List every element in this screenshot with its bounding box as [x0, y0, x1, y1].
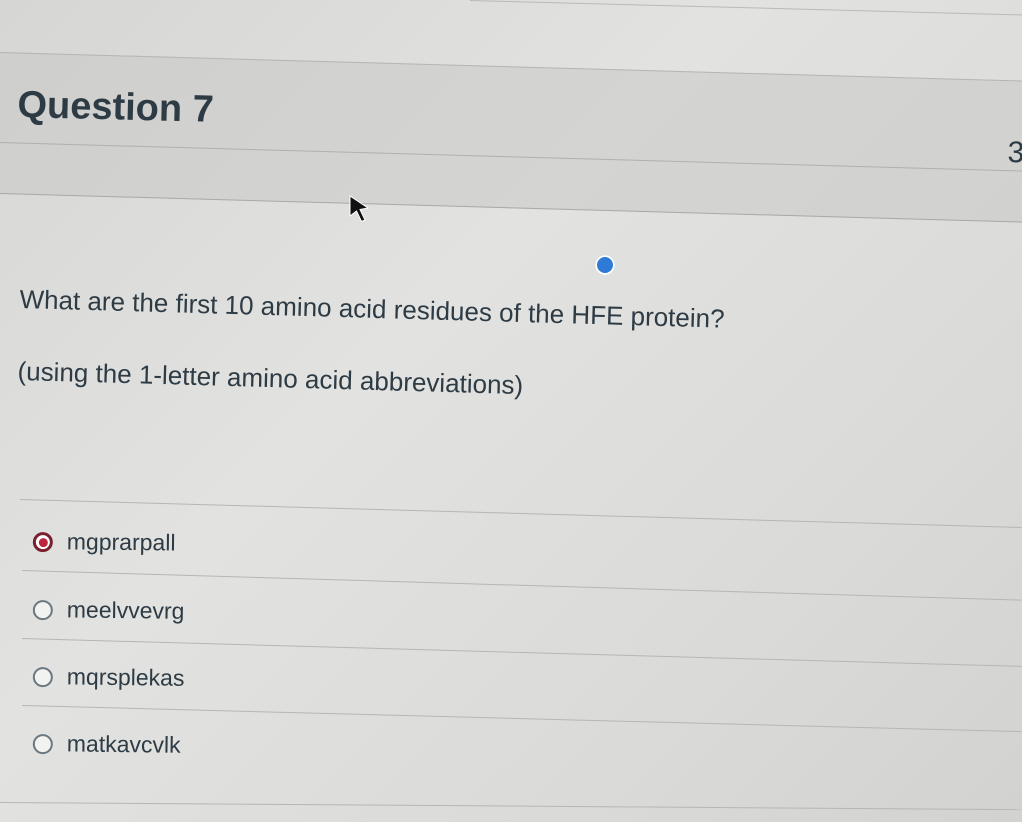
- answer-option-3[interactable]: mqrsplekas: [32, 663, 185, 692]
- radio-unselected-icon[interactable]: [32, 666, 53, 687]
- answer-label: matkavcvlk: [66, 730, 181, 758]
- answer-divider: [21, 570, 1022, 601]
- answer-divider: [21, 705, 1022, 733]
- answer-option-2[interactable]: meelvvevrg: [32, 596, 185, 625]
- radio-unselected-icon[interactable]: [32, 599, 53, 620]
- answer-divider: [19, 499, 1022, 528]
- answer-divider: [21, 638, 1022, 667]
- radio-unselected-icon[interactable]: [32, 733, 53, 754]
- answer-option-1[interactable]: mgprarpall: [32, 528, 176, 556]
- answer-option-4[interactable]: matkavcvlk: [32, 730, 181, 759]
- quiz-page: Question 7 3 What are the first 10 amino…: [0, 0, 1022, 822]
- answer-label: mqrsplekas: [66, 663, 185, 691]
- radio-selected-icon[interactable]: [32, 531, 53, 552]
- answer-label: meelvvevrg: [66, 596, 185, 624]
- answer-label: mgprarpall: [66, 528, 176, 556]
- answer-list: mgprarpall meelvvevrg mqrsplekas matkavc…: [0, 0, 1022, 822]
- answer-divider: [0, 802, 1022, 811]
